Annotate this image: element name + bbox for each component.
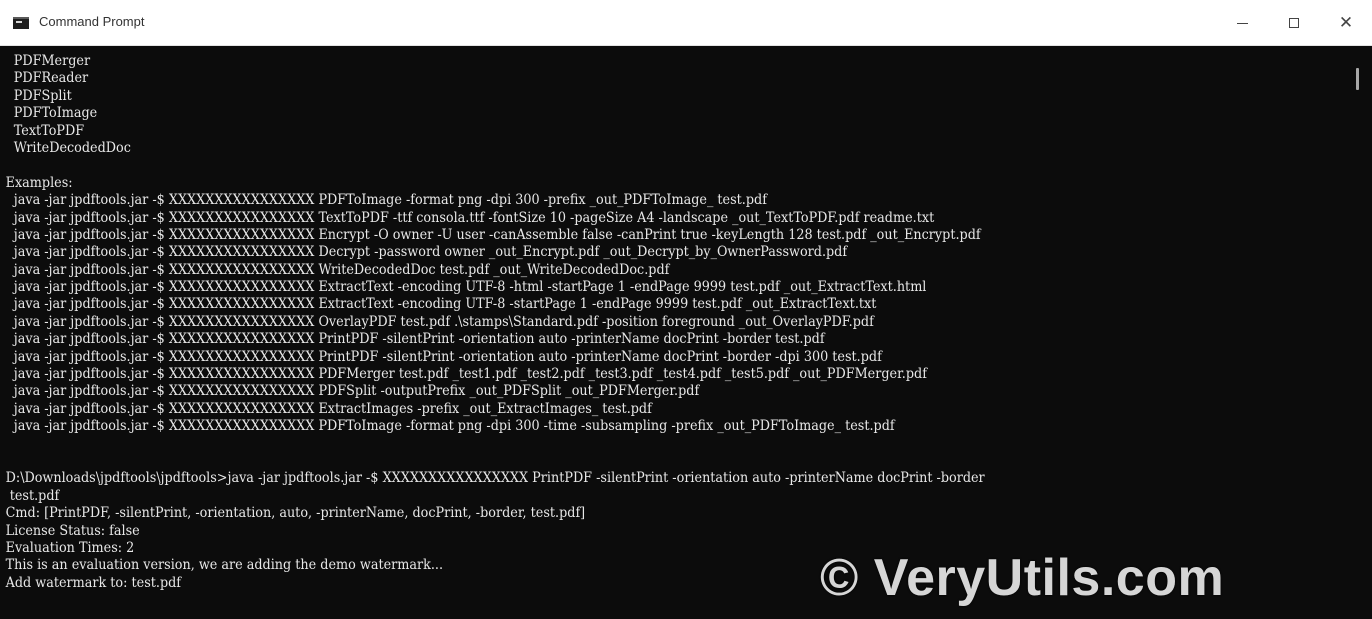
window-title: Command Prompt [39,14,145,29]
console-line: Examples: [5,174,73,191]
console-line: java -jar jpdftools.jar -$ XXXXXXXXXXXXX… [5,348,882,365]
watermark-text: © VeryUtils.com [820,549,1225,607]
cmd-icon [13,17,29,29]
vertical-scrollbar[interactable] [1352,47,1372,619]
title-bar[interactable]: Command Prompt ✕ [0,0,1372,46]
console-line: java -jar jpdftools.jar -$ XXXXXXXXXXXXX… [5,313,874,330]
console-line: PDFMerger [5,53,91,69]
minimize-icon [1236,22,1248,24]
console-line: java -jar jpdftools.jar -$ XXXXXXXXXXXXX… [5,261,670,278]
maximize-button[interactable] [1271,0,1317,46]
console-line: PDFReader [5,70,89,87]
maximize-icon [1289,18,1299,28]
console-line: java -jar jpdftools.jar -$ XXXXXXXXXXXXX… [5,400,652,417]
close-icon: ✕ [1338,12,1354,33]
console-line: java -jar jpdftools.jar -$ XXXXXXXXXXXXX… [5,244,848,261]
console-line: java -jar jpdftools.jar -$ XXXXXXXXXXXXX… [5,331,825,348]
console-line: java -jar jpdftools.jar -$ XXXXXXXXXXXXX… [5,296,877,313]
close-button[interactable]: ✕ [1323,0,1369,46]
console-line: PDFToImage [5,105,98,122]
scrollbar-thumb[interactable] [1356,68,1359,90]
minimize-button[interactable] [1219,0,1265,46]
console-line: java -jar jpdftools.jar -$ XXXXXXXXXXXXX… [5,418,895,435]
console-text: PDFMerger PDFReader PDFSplit PDFToImage … [0,47,1271,592]
console-line: java -jar jpdftools.jar -$ XXXXXXXXXXXXX… [5,366,927,383]
console-line: License Status: false [5,522,140,539]
console-line: TextToPDF [5,122,85,139]
console-line: java -jar jpdftools.jar -$ XXXXXXXXXXXXX… [5,383,700,400]
console-line: WriteDecodedDoc [5,139,131,156]
console-line: D:\Downloads\jpdftools\jpdftools>java -j… [5,470,985,487]
console-output[interactable]: PDFMerger PDFReader PDFSplit PDFToImage … [0,47,1352,619]
console-line: Cmd: [PrintPDF, -silentPrint, -orientati… [5,505,586,522]
console-line: java -jar jpdftools.jar -$ XXXXXXXXXXXXX… [5,192,767,209]
console-line: test.pdf [5,487,60,504]
command-prompt-window: Command Prompt ✕ PDFMerger PDFReader PDF… [0,0,1372,619]
console-line: PDFSplit [5,87,72,104]
console-line: java -jar jpdftools.jar -$ XXXXXXXXXXXXX… [5,279,927,296]
console-line: java -jar jpdftools.jar -$ XXXXXXXXXXXXX… [5,226,981,243]
console-line: java -jar jpdftools.jar -$ XXXXXXXXXXXXX… [5,209,935,226]
